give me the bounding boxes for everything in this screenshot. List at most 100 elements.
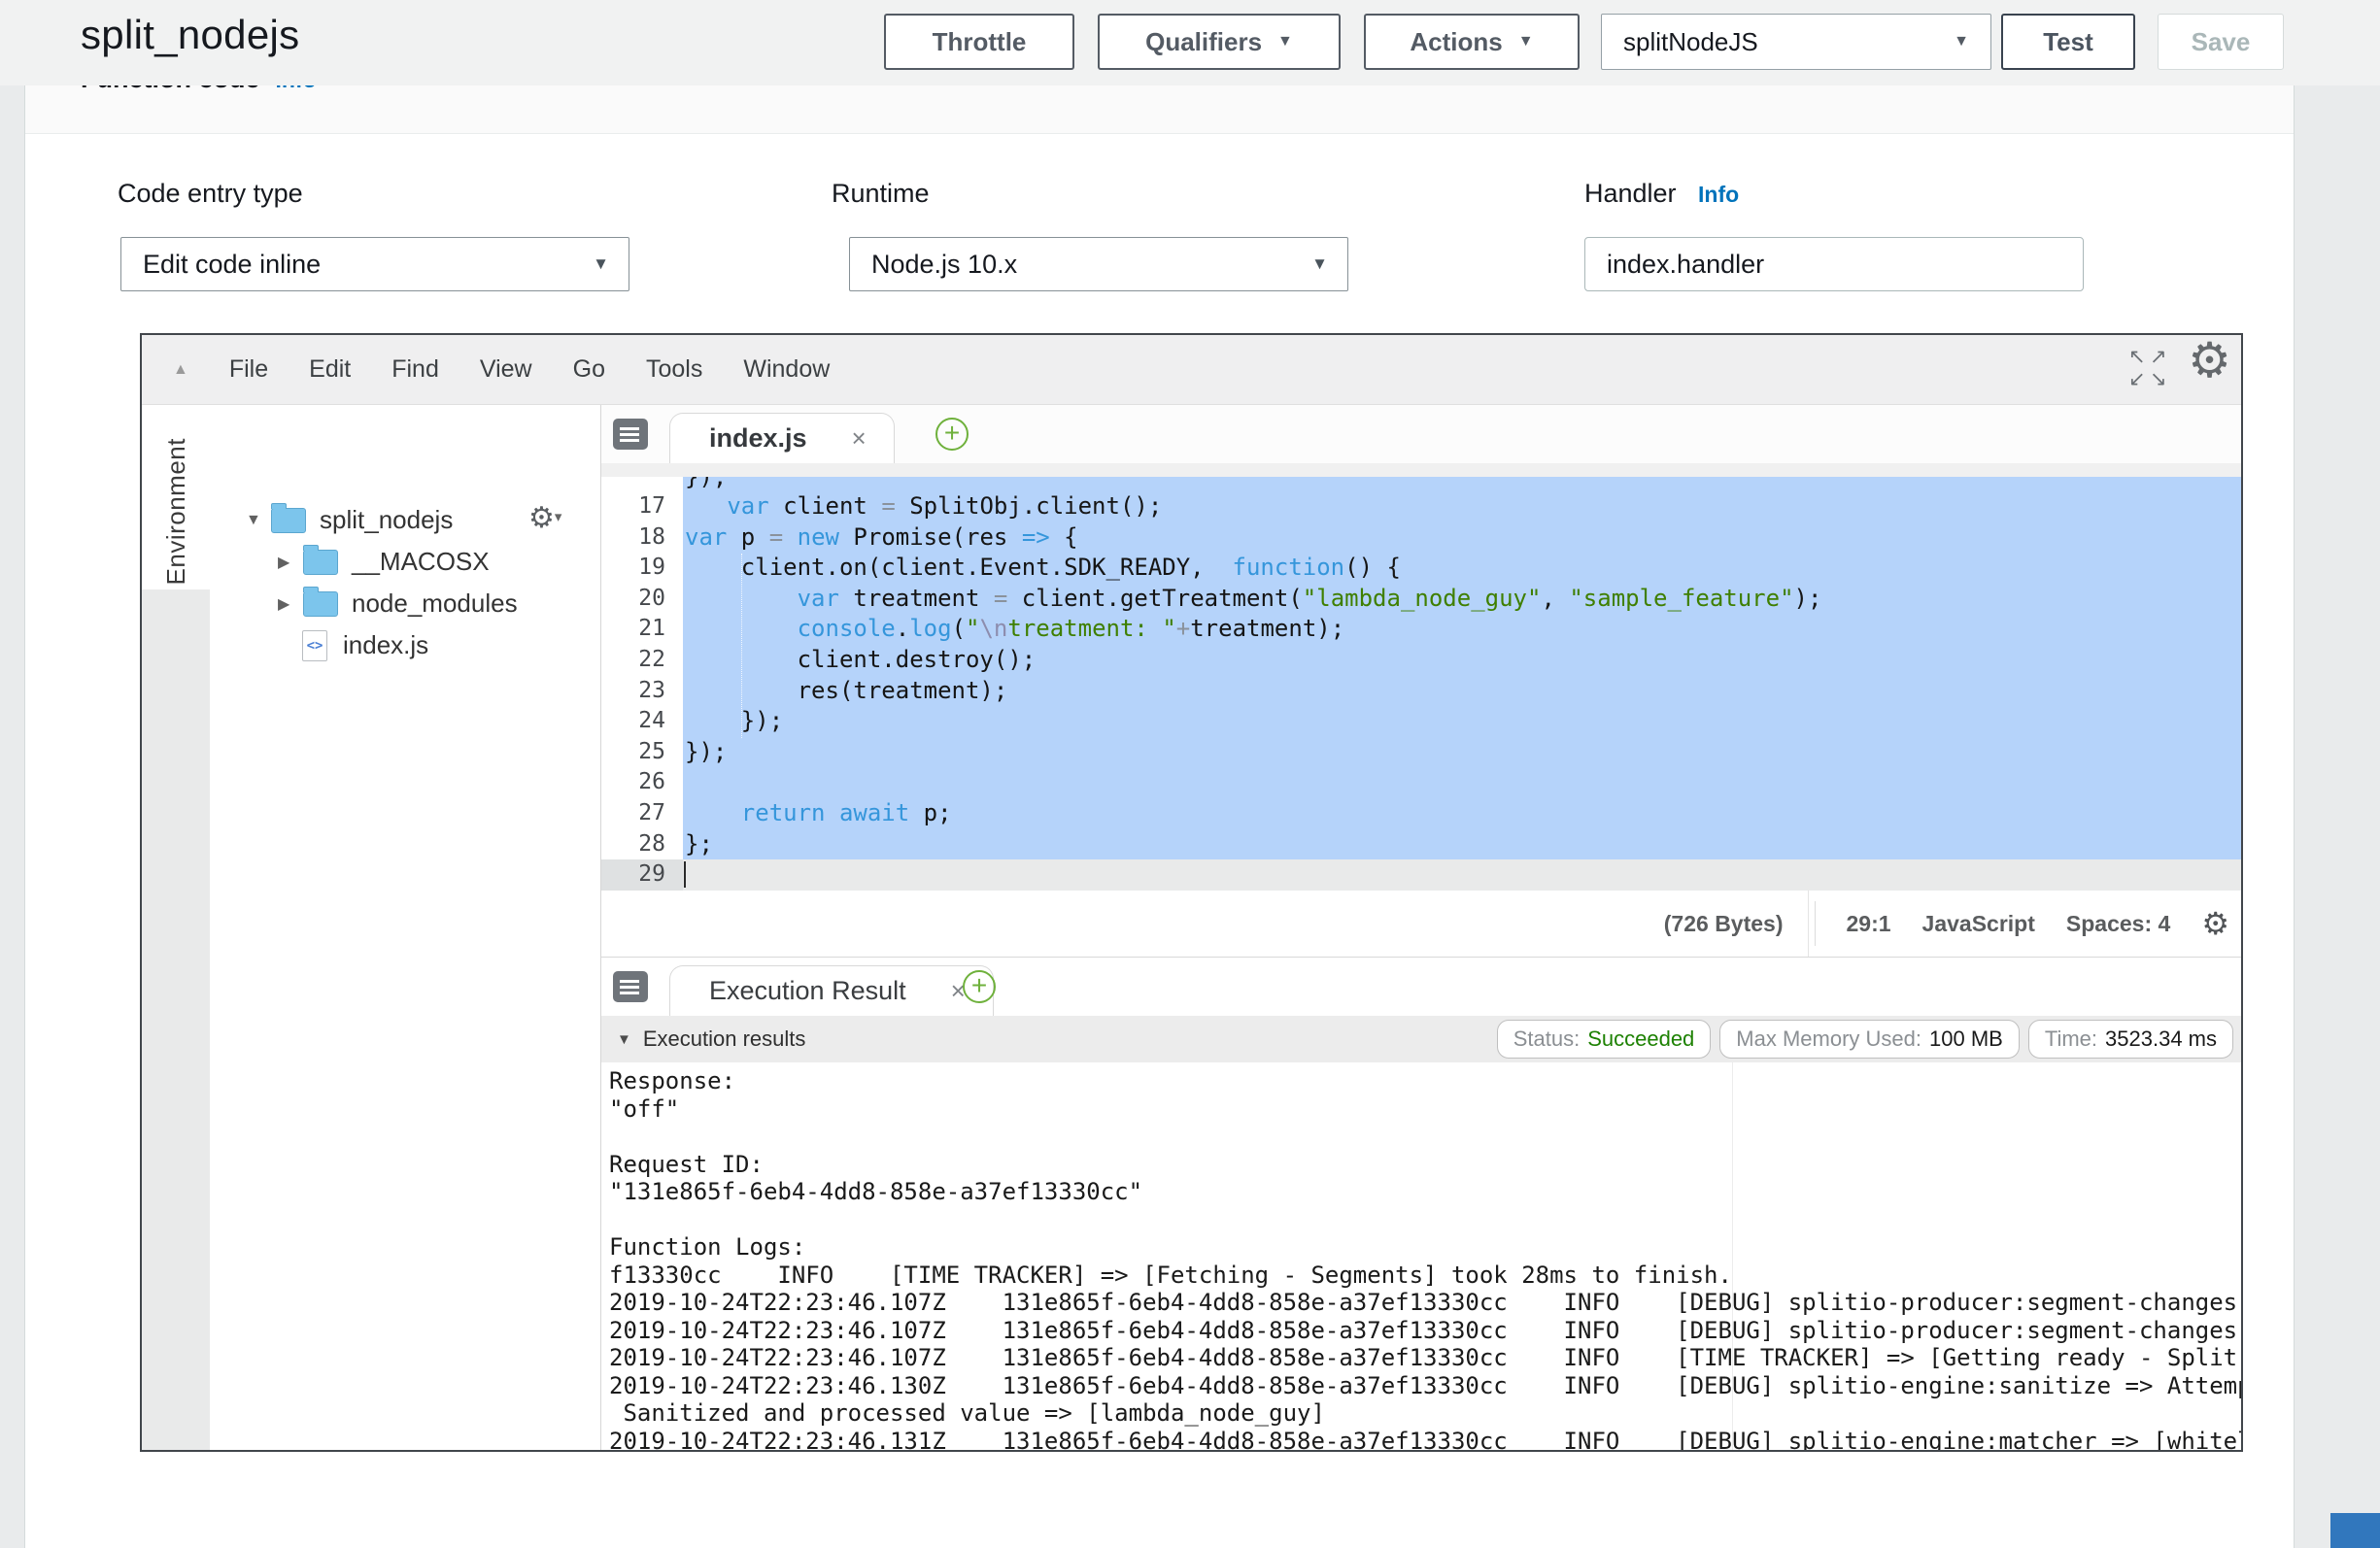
status-divider [1815,901,1816,946]
tab-indexjs[interactable]: index.js × [669,413,895,463]
code-line: 25}); [601,737,2241,768]
code-line: 17 var client = SplitObj.client(); [601,491,2241,522]
tabbar-gap [601,463,2241,477]
indent-guide [741,554,742,738]
tab-execution-result[interactable]: Execution Result × [669,965,994,1016]
memory-value: 100 MB [1929,1026,2003,1052]
throttle-label: Throttle [933,27,1027,57]
chevron-down-icon: ▼ [1518,33,1534,50]
chevron-down-icon: ▼ [593,254,609,274]
tree-folder-label: node_modules [352,589,518,619]
menu-tools[interactable]: Tools [646,355,702,384]
log-line: Function Logs: [609,1233,2241,1262]
memory-label: Max Memory Used: [1736,1026,1921,1052]
menu-edit[interactable]: Edit [309,355,351,384]
editor-status-bar: (726 Bytes) 29:1 JavaScript Spaces: 4 ⚙ [601,892,2241,955]
status-label: Status: [1513,1026,1580,1052]
language-mode[interactable]: JavaScript [1922,911,2035,937]
arrow-se: ↘ [2150,369,2171,391]
execution-results-title[interactable]: Execution results [643,1026,806,1052]
tab-list-icon[interactable] [613,419,648,450]
tree-row-indexjs[interactable]: <> index.js [302,624,428,666]
indent-setting[interactable]: Spaces: 4 [2066,911,2170,937]
code-line: 24 }); [601,706,2241,737]
tree-folder-label: __MACOSX [352,547,490,577]
time-badge: Time: 3523.34 ms [2028,1020,2233,1059]
throttle-button[interactable]: Throttle [884,14,1074,70]
menu-window[interactable]: Window [743,355,830,384]
runtime-select[interactable]: Node.js 10.x ▼ [849,237,1348,291]
qualifiers-button[interactable]: Qualifiers ▼ [1098,14,1341,70]
handler-info-link[interactable]: Info [1698,182,1739,208]
folder-icon [303,550,338,575]
time-value: 3523.34 ms [2105,1026,2217,1052]
actions-button[interactable]: Actions ▼ [1364,14,1580,70]
log-line: "off" [609,1095,2241,1124]
menu-find[interactable]: Find [391,355,439,384]
test-label: Test [2043,27,2093,57]
tab-label: index.js [709,423,807,454]
test-event-select[interactable]: splitNodeJS ▼ [1601,14,1991,70]
code-entry-type-select[interactable]: Edit code inline ▼ [120,237,629,291]
folder-icon [303,591,338,617]
editor-settings-gear-icon[interactable]: ⚙ [2201,905,2229,942]
ide-settings-gear-icon[interactable]: ⚙ [2188,333,2231,388]
code-entry-type-label: Code entry type [118,179,303,209]
time-label: Time: [2045,1026,2097,1052]
clipped-section-title: Function codeInfo [81,85,586,92]
log-line: 2019-10-24T22:23:46.107Z 131e865f-6eb4-4… [609,1317,2241,1345]
tree-row-node-modules[interactable]: ▶ node_modules [278,583,518,624]
tree-row-macosx[interactable]: ▶ __MACOSX [278,541,490,583]
status-badge: Status: Succeeded [1497,1020,1712,1059]
fullscreen-icon[interactable]: ↖↗↙↘ [2128,347,2173,391]
code-line: 20 var treatment = client.getTreatment("… [601,584,2241,615]
log-line: Response: [609,1067,2241,1095]
file-size: (726 Bytes) [1664,911,1784,937]
console-tabbar: Execution Result × + [601,957,2241,1018]
feedback-widget-corner[interactable] [2330,1513,2380,1548]
caret-down-icon[interactable]: ▼ [246,512,271,529]
code-editor-surface[interactable]: });17 var client = SplitObj.client();18v… [601,477,2241,891]
ide-menubar: ▲ File Edit Find View Go Tools Window ↖↗… [142,335,2241,405]
caret-right-icon[interactable]: ▶ [278,553,303,572]
execution-log-panel: Response:"off"Request ID:"131e865f-6eb4-… [601,1062,2241,1450]
caret-down-icon[interactable]: ▼ [617,1031,631,1048]
handler-input[interactable]: index.handler [1584,237,2084,291]
page-header: split_nodejs Throttle Qualifiers ▼ Actio… [0,0,2380,85]
test-button[interactable]: Test [2001,14,2135,70]
runtime-label: Runtime [832,179,930,209]
actions-label: Actions [1410,27,1502,57]
log-line: Sanitized and processed value => [lambda… [609,1399,2241,1428]
runtime-value: Node.js 10.x [871,250,1017,280]
tree-row-root[interactable]: ▼ split_nodejs [246,499,453,541]
new-tab-plus-icon[interactable]: + [963,970,996,1003]
menu-go[interactable]: Go [573,355,605,384]
environment-tab[interactable]: Environment [142,405,210,619]
collapse-triangle-icon[interactable]: ▲ [173,361,188,379]
log-line: 2019-10-24T22:23:46.130Z 131e865f-6eb4-4… [609,1372,2241,1400]
code-line: 29 [601,859,2241,891]
menu-view[interactable]: View [480,355,532,384]
log-line: Request ID: [609,1151,2241,1179]
menu-file[interactable]: File [229,355,268,384]
caret-down-icon: ▾ [555,509,562,525]
close-icon[interactable]: × [852,423,867,454]
editor-tabbar: index.js × + [601,405,2241,464]
save-label: Save [2192,27,2251,57]
cloud9-ide: ▲ File Edit Find View Go Tools Window ↖↗… [140,333,2243,1452]
tree-settings-gear-icon[interactable]: ⚙▾ [528,501,561,535]
caret-right-icon[interactable]: ▶ [278,594,303,614]
arrow-nw: ↖ [2128,347,2150,369]
code-rows: });17 var client = SplitObj.client();18v… [601,477,2241,891]
tab-list-icon[interactable] [613,971,648,1002]
code-line: 27 return await p; [601,798,2241,829]
environment-strip-background [142,589,210,1450]
chevron-down-icon: ▼ [1277,33,1293,50]
new-tab-plus-icon[interactable]: + [935,418,969,451]
save-button[interactable]: Save [2158,14,2284,70]
tab-label: Execution Result [709,976,906,1006]
code-line: 26 [601,767,2241,798]
file-tree-panel: ▼ split_nodejs ⚙▾ ▶ __MACOSX ▶ node_modu… [210,405,600,1450]
code-line: 19 client.on(client.Event.SDK_READY, fun… [601,553,2241,584]
js-file-icon: <> [302,630,327,661]
